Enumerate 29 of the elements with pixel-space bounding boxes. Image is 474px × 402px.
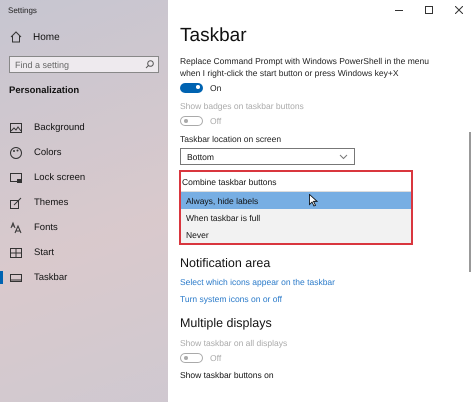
toggle-state: Off <box>210 116 222 126</box>
nav-item[interactable]: Taskbar <box>0 265 168 290</box>
search-field[interactable]: Find a setting <box>9 56 159 73</box>
dropdown-option[interactable]: Always, hide labels <box>181 192 412 209</box>
nav-item[interactable]: Start <box>0 240 168 265</box>
nav-item[interactable]: Lock screen <box>0 165 168 190</box>
setting-label: Taskbar location on screen <box>180 133 282 145</box>
setting-label: Combine taskbar buttons <box>181 176 278 189</box>
setting-label: Replace Command Prompt with Windows PowerShell in the menu when I right-click the start button or press Windows key+X <box>180 55 430 79</box>
home-link[interactable]: Home <box>0 24 168 50</box>
location-dropdown[interactable]: Bottom <box>180 148 355 165</box>
nav-item[interactable]: Background <box>0 115 168 140</box>
toggle-state: Off <box>210 353 222 363</box>
dropdown-option[interactable]: Never <box>181 226 412 243</box>
nav-item[interactable]: Themes <box>0 190 168 215</box>
nav-item[interactable]: Fonts <box>0 215 168 240</box>
section-heading: Notification area <box>180 256 272 270</box>
settings-link[interactable]: Turn system icons on or off <box>180 294 474 304</box>
setting-label: Show taskbar buttons on <box>180 370 275 380</box>
setting-label: Show badges on taskbar buttons <box>180 100 305 112</box>
setting-label: Show taskbar on all displays <box>180 337 288 349</box>
section-title: Personalization <box>8 84 80 98</box>
nav-item[interactable]: Colors <box>0 140 168 165</box>
dropdown-option[interactable]: When taskbar is full <box>181 209 412 226</box>
page-title: Taskbar <box>180 25 248 47</box>
toggle-state: On <box>210 83 222 93</box>
section-heading: Multiple displays <box>180 316 273 330</box>
settings-link[interactable]: Select which icons appear on the taskbar <box>180 277 474 287</box>
window-title: Settings <box>7 5 38 17</box>
